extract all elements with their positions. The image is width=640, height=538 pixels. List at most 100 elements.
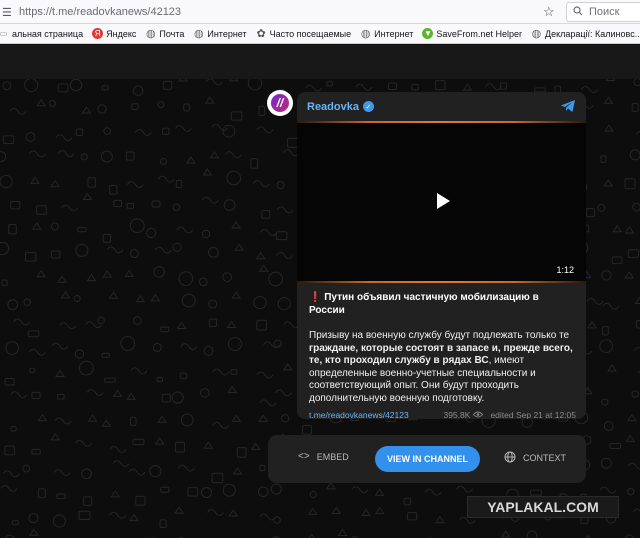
pattern-doodle: [212, 421, 230, 429]
pattern-doodle: [456, 485, 473, 493]
pattern-doodle: [55, 134, 73, 142]
view-count: 395.8K: [443, 410, 471, 419]
bookmark-item[interactable]: ◍ Интернет: [360, 28, 414, 40]
play-icon[interactable]: [435, 192, 451, 215]
pattern-doodle: [257, 486, 269, 498]
site-watermark: YAPLAKAL.COM: [467, 496, 619, 518]
pattern-doodle: [205, 79, 223, 86]
search-placeholder: Поиск: [589, 6, 620, 18]
url-field[interactable]: ☰ https://t.me/readovkanews/42123: [0, 2, 560, 22]
search-input[interactable]: Поиск: [566, 2, 640, 22]
pattern-doodle: [635, 319, 640, 329]
bookmark-label: Интернет: [207, 28, 247, 39]
gear-icon: ✿: [256, 28, 266, 40]
bookmark-item[interactable]: ◍ Декларації: Калиновс...: [531, 28, 640, 40]
pattern-doodle: [602, 302, 620, 310]
pattern-doodle: [634, 296, 640, 304]
pattern-doodle: [161, 393, 171, 403]
globe-icon: ◍: [146, 28, 156, 40]
post-link[interactable]: t.me/readovkanews/42123: [309, 410, 409, 419]
pattern-doodle: [587, 320, 598, 329]
pattern-doodle: [635, 130, 640, 135]
pattern-doodle: [57, 150, 75, 158]
pattern-doodle: [128, 468, 146, 476]
pattern-doodle: [406, 512, 418, 521]
bookmark-item[interactable]: ◍ Интернет: [193, 28, 247, 40]
telegram-logo-icon[interactable]: [560, 99, 576, 118]
pattern-doodle: [387, 82, 397, 91]
pattern-doodle: [231, 291, 242, 299]
pattern-doodle: [201, 196, 219, 204]
context-button[interactable]: CONTEXT: [504, 451, 566, 465]
pattern-doodle: [585, 208, 596, 218]
pattern-doodle: [57, 83, 69, 93]
pattern-doodle: [28, 528, 39, 536]
pattern-doodle: [101, 419, 112, 427]
pattern-doodle: [252, 180, 270, 188]
pattern-doodle: [28, 513, 39, 524]
pattern-doodle: [273, 339, 282, 348]
pattern-doodle: [59, 322, 77, 330]
bookmark-item[interactable]: ▼ SaveFrom.net Helper: [422, 28, 522, 39]
pattern-doodle: [259, 513, 277, 521]
download-icon: ▼: [422, 28, 434, 39]
pattern-doodle: [11, 520, 19, 526]
pattern-doodle: [207, 508, 224, 516]
bookmark-item[interactable]: ✿ Часто посещаемые: [256, 28, 352, 40]
pattern-doodle: [106, 246, 124, 254]
pattern-doodle: [151, 200, 161, 208]
video-player[interactable]: 1:12: [297, 123, 586, 281]
bookmark-star-icon[interactable]: ☆: [543, 4, 555, 20]
post-body: Призыву на военную службу будут подлежат…: [309, 330, 576, 405]
channel-avatar[interactable]: //: [267, 90, 293, 116]
bookmark-item[interactable]: Я Яндекс: [92, 28, 136, 39]
embed-label: EMBED: [316, 451, 349, 462]
bookmark-item[interactable]: ◍ Почта: [145, 28, 185, 40]
pattern-doodle: [172, 203, 181, 212]
pattern-doodle: [187, 487, 199, 497]
pattern-doodle: [109, 511, 127, 519]
pattern-doodle: [50, 432, 61, 441]
view-in-channel-button[interactable]: VIEW IN CHANNEL: [375, 446, 480, 472]
pattern-doodle: [81, 106, 92, 114]
pattern-doodle: [157, 415, 167, 423]
pattern-doodle: [627, 488, 635, 496]
pattern-doodle: [607, 364, 617, 372]
pattern-doodle: [411, 83, 419, 91]
pattern-doodle: [97, 104, 107, 114]
bookmark-label: Почта: [159, 28, 185, 39]
pattern-doodle: [204, 96, 215, 104]
code-icon: <>: [298, 451, 310, 462]
pattern-doodle: [53, 469, 71, 477]
pattern-doodle: [52, 514, 66, 528]
pattern-doodle: [178, 271, 194, 286]
telegram-widget-header: [0, 45, 640, 79]
pattern-doodle: [403, 497, 412, 506]
pattern-doodle: [208, 246, 219, 258]
pattern-doodle: [261, 209, 271, 219]
pattern-doodle: [37, 413, 48, 422]
pattern-doodle: [104, 377, 116, 383]
pattern-doodle: [103, 127, 111, 135]
pattern-doodle: [130, 416, 137, 427]
pattern-doodle: [180, 343, 198, 351]
page-info-icon[interactable]: ☰: [2, 6, 16, 19]
bookmark-item[interactable]: ▭ альная страница: [0, 28, 83, 39]
pattern-doodle: [112, 389, 123, 397]
embed-button[interactable]: <> EMBED: [298, 451, 349, 462]
pattern-doodle: [301, 424, 312, 435]
pattern-doodle: [126, 392, 137, 400]
pattern-doodle: [374, 506, 385, 515]
pattern-doodle: [268, 271, 284, 287]
pattern-doodle: [162, 127, 170, 136]
pattern-doodle: [256, 319, 267, 331]
channel-name[interactable]: Readovka: [307, 101, 359, 113]
pattern-doodle: [627, 249, 640, 258]
pattern-doodle: [56, 393, 65, 400]
pattern-doodle: [31, 448, 41, 455]
pattern-doodle: [87, 414, 98, 422]
url-text[interactable]: https://t.me/readovkanews/42123: [19, 6, 181, 18]
pattern-doodle: [28, 348, 46, 356]
pattern-doodle: [157, 175, 175, 183]
pattern-doodle: [31, 391, 41, 400]
